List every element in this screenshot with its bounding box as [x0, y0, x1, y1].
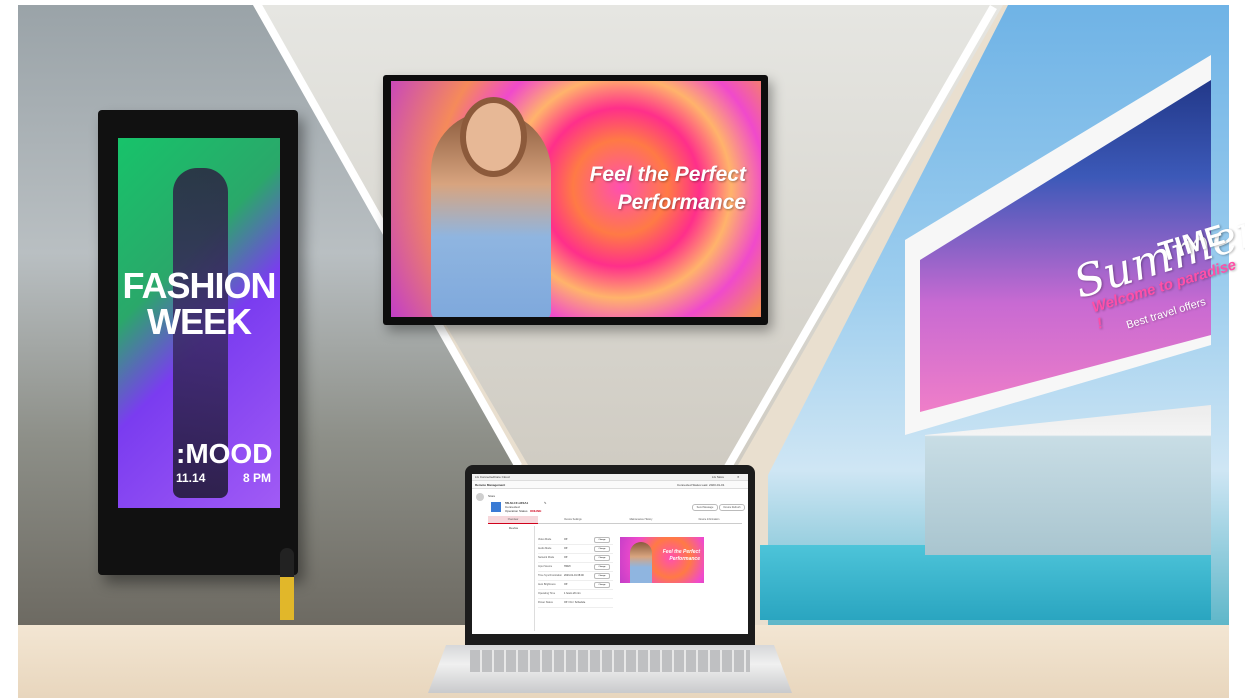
- row-value: Off: [564, 583, 568, 586]
- row-value: 2023-01-01 08:00: [564, 574, 584, 577]
- wall-display-headline: Feel the Perfect Performance: [576, 161, 746, 217]
- window-title: LG ConnectedCare Cloud: [475, 475, 510, 479]
- sidebar-label: Store: [488, 494, 496, 498]
- status-badge: ONLINE: [530, 509, 542, 513]
- row-change-button[interactable]: Change: [594, 573, 610, 579]
- row-label: Power Status: [538, 601, 553, 604]
- kiosk-title: FASHION WEEK: [118, 268, 280, 340]
- app-window-bar: LG ConnectedCare Cloud LG Store ✕: [472, 474, 748, 481]
- row-change-button[interactable]: Change: [594, 555, 610, 561]
- window-right: LG Store: [712, 475, 725, 479]
- preview-line2: Performance: [669, 556, 700, 562]
- device-refresh-button[interactable]: Device Refresh: [719, 504, 745, 511]
- preview-headline: Feel the Perfect Performance: [660, 549, 700, 563]
- tab-device-information[interactable]: Device Information: [676, 516, 742, 523]
- row-label: Video Mode: [538, 538, 552, 541]
- user-avatar[interactable]: [476, 493, 484, 501]
- settings-row: Network Mode Off Change: [538, 554, 613, 563]
- kiosk-title-line1: FASHION: [122, 265, 276, 306]
- row-label: Time Synchronization: [538, 574, 562, 577]
- settings-row: Time Synchronization 2023-01-01 08:00 Ch…: [538, 572, 613, 581]
- preview-person-image: [630, 542, 652, 583]
- app-title: Remote Management: [475, 483, 506, 487]
- kiosk-date: 11.14: [176, 471, 206, 485]
- row-value: 1 hours 20 min: [564, 592, 581, 595]
- row-value: Off: [564, 547, 568, 550]
- wall-line2: Performance: [617, 191, 746, 214]
- wall-line1: Feel the Perfect: [589, 163, 746, 186]
- header-right: Connected Status Last: 2023-01-01: [677, 483, 725, 487]
- close-icon[interactable]: ✕: [737, 475, 740, 479]
- status-label: Operation Status: [505, 509, 528, 513]
- tab-device-settings[interactable]: Device Settings: [540, 516, 606, 523]
- settings-row: Power Status Off / On / Schedule: [538, 599, 613, 608]
- tab-maintenance-history[interactable]: Maintenance History: [608, 516, 674, 523]
- sidebar-divider: [534, 526, 535, 631]
- kiosk-mood: :MOOD: [176, 438, 273, 469]
- row-label: Input Source: [538, 565, 553, 568]
- windows-logo-icon: [491, 502, 501, 512]
- settings-row: Video Mode Off Change: [538, 536, 613, 545]
- row-change-button[interactable]: Change: [594, 537, 610, 543]
- tab-bar: Overview Device Settings Maintenance His…: [488, 516, 742, 524]
- laptop-screen: LG ConnectedCare Cloud LG Store ✕ Remote…: [472, 474, 748, 634]
- row-label: Network Mode: [538, 556, 555, 559]
- row-value: Off: [564, 556, 568, 559]
- edit-icon[interactable]: ✎: [544, 501, 547, 505]
- tab-overview[interactable]: Overview: [488, 516, 538, 524]
- swimming-pool: [760, 545, 1211, 620]
- row-value: HDMI: [564, 565, 571, 568]
- row-value: Off: [564, 538, 568, 541]
- row-label: Auto Brightness: [538, 583, 556, 586]
- settings-row: Auto Brightness Off Change: [538, 581, 613, 590]
- outdoor-kiosk: FASHION WEEK :MOOD 11.14 8 PM: [98, 110, 298, 575]
- send-message-button[interactable]: Send Message: [692, 504, 718, 511]
- kiosk-title-line2: WEEK: [147, 301, 252, 342]
- woman-head: [466, 103, 521, 171]
- app-header: Remote Management Connected Status Last:…: [472, 481, 748, 489]
- kiosk-screen: FASHION WEEK :MOOD 11.14 8 PM: [118, 138, 280, 508]
- bollard: [280, 548, 294, 620]
- sidebar-item-device[interactable]: Device: [509, 526, 518, 530]
- row-change-button[interactable]: Change: [594, 564, 610, 570]
- preview-line1: Feel the Perfect: [662, 549, 700, 555]
- settings-row: Audio Mode Off Change: [538, 545, 613, 554]
- content-preview-thumbnail[interactable]: Feel the Perfect Performance: [620, 537, 704, 583]
- settings-row: Operating Time 1 hours 20 min: [538, 590, 613, 599]
- wall-display: Feel the Perfect Performance: [383, 75, 768, 325]
- wall-display-screen: Feel the Perfect Performance: [391, 81, 761, 317]
- laptop-keyboard: [470, 650, 750, 672]
- settings-row: Input Source HDMI Change: [538, 563, 613, 572]
- row-change-button[interactable]: Change: [594, 582, 610, 588]
- kiosk-time: 8 PM: [243, 471, 272, 485]
- row-label: Audio Mode: [538, 547, 552, 550]
- row-label: Operating Time: [538, 592, 556, 595]
- row-change-button[interactable]: Change: [594, 546, 610, 552]
- row-value: Off / On / Schedule: [564, 601, 586, 604]
